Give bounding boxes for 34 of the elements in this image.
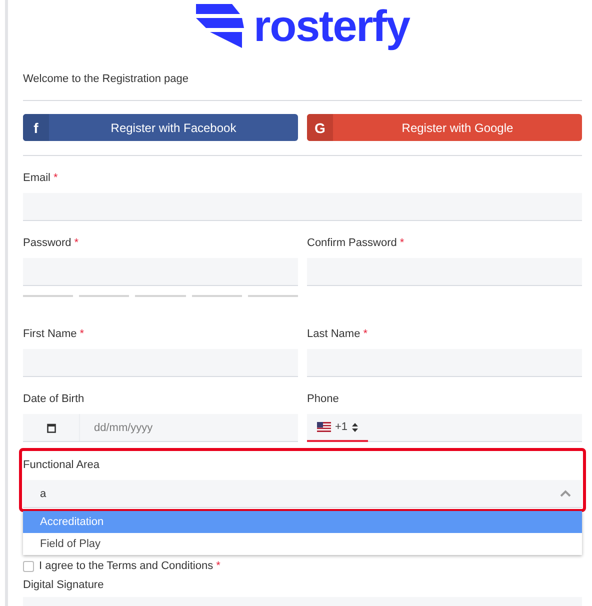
intro-text: Welcome to the Registration page — [23, 72, 190, 86]
field-label: Last Name * — [307, 327, 368, 341]
text-field[interactable] — [307, 349, 582, 377]
select-field[interactable]: a — [23, 480, 582, 508]
field-label: Functional Area — [23, 458, 100, 472]
google-register-button[interactable]: G Register with Google — [307, 114, 582, 141]
country-code-selector[interactable]: +1 — [307, 414, 368, 442]
field-label: Digital Signature — [23, 578, 105, 592]
checkbox[interactable] — [23, 560, 34, 572]
chevron-icon[interactable] — [560, 490, 571, 497]
field-label: Phone — [307, 392, 340, 406]
text-field[interactable] — [307, 258, 582, 286]
date-field[interactable]: dd/mm/yyyy — [23, 414, 298, 442]
field-label: First Name * — [23, 327, 86, 341]
calendar-icon[interactable] — [46, 422, 56, 432]
select-input-text: a — [39, 488, 48, 500]
sort-arrows-icon — [352, 422, 358, 432]
facebook-register-button[interactable]: f Register with Facebook — [23, 114, 298, 141]
field-label: Confirm Password * — [307, 236, 406, 250]
field-label: Email * — [23, 171, 59, 185]
text-field[interactable] — [23, 349, 298, 377]
text-field[interactable] — [23, 193, 582, 221]
field-label: Date of Birth — [23, 392, 86, 406]
phone-field[interactable]: +1 — [307, 414, 582, 442]
facebook-icon: f — [23, 114, 49, 141]
flag-icon — [317, 422, 331, 432]
logo-stripes-icon — [196, 4, 246, 50]
terms-label: I agree to the Terms and Conditions * — [39, 560, 220, 572]
password-field[interactable] — [23, 258, 298, 286]
dropdown-option[interactable]: Field of Play — [23, 533, 582, 555]
field-label: Password * — [23, 236, 80, 250]
logo-text: rosterfy — [254, 1, 410, 53]
google-icon: G — [307, 114, 333, 141]
date-placeholder: dd/mm/yyyy — [93, 422, 153, 434]
